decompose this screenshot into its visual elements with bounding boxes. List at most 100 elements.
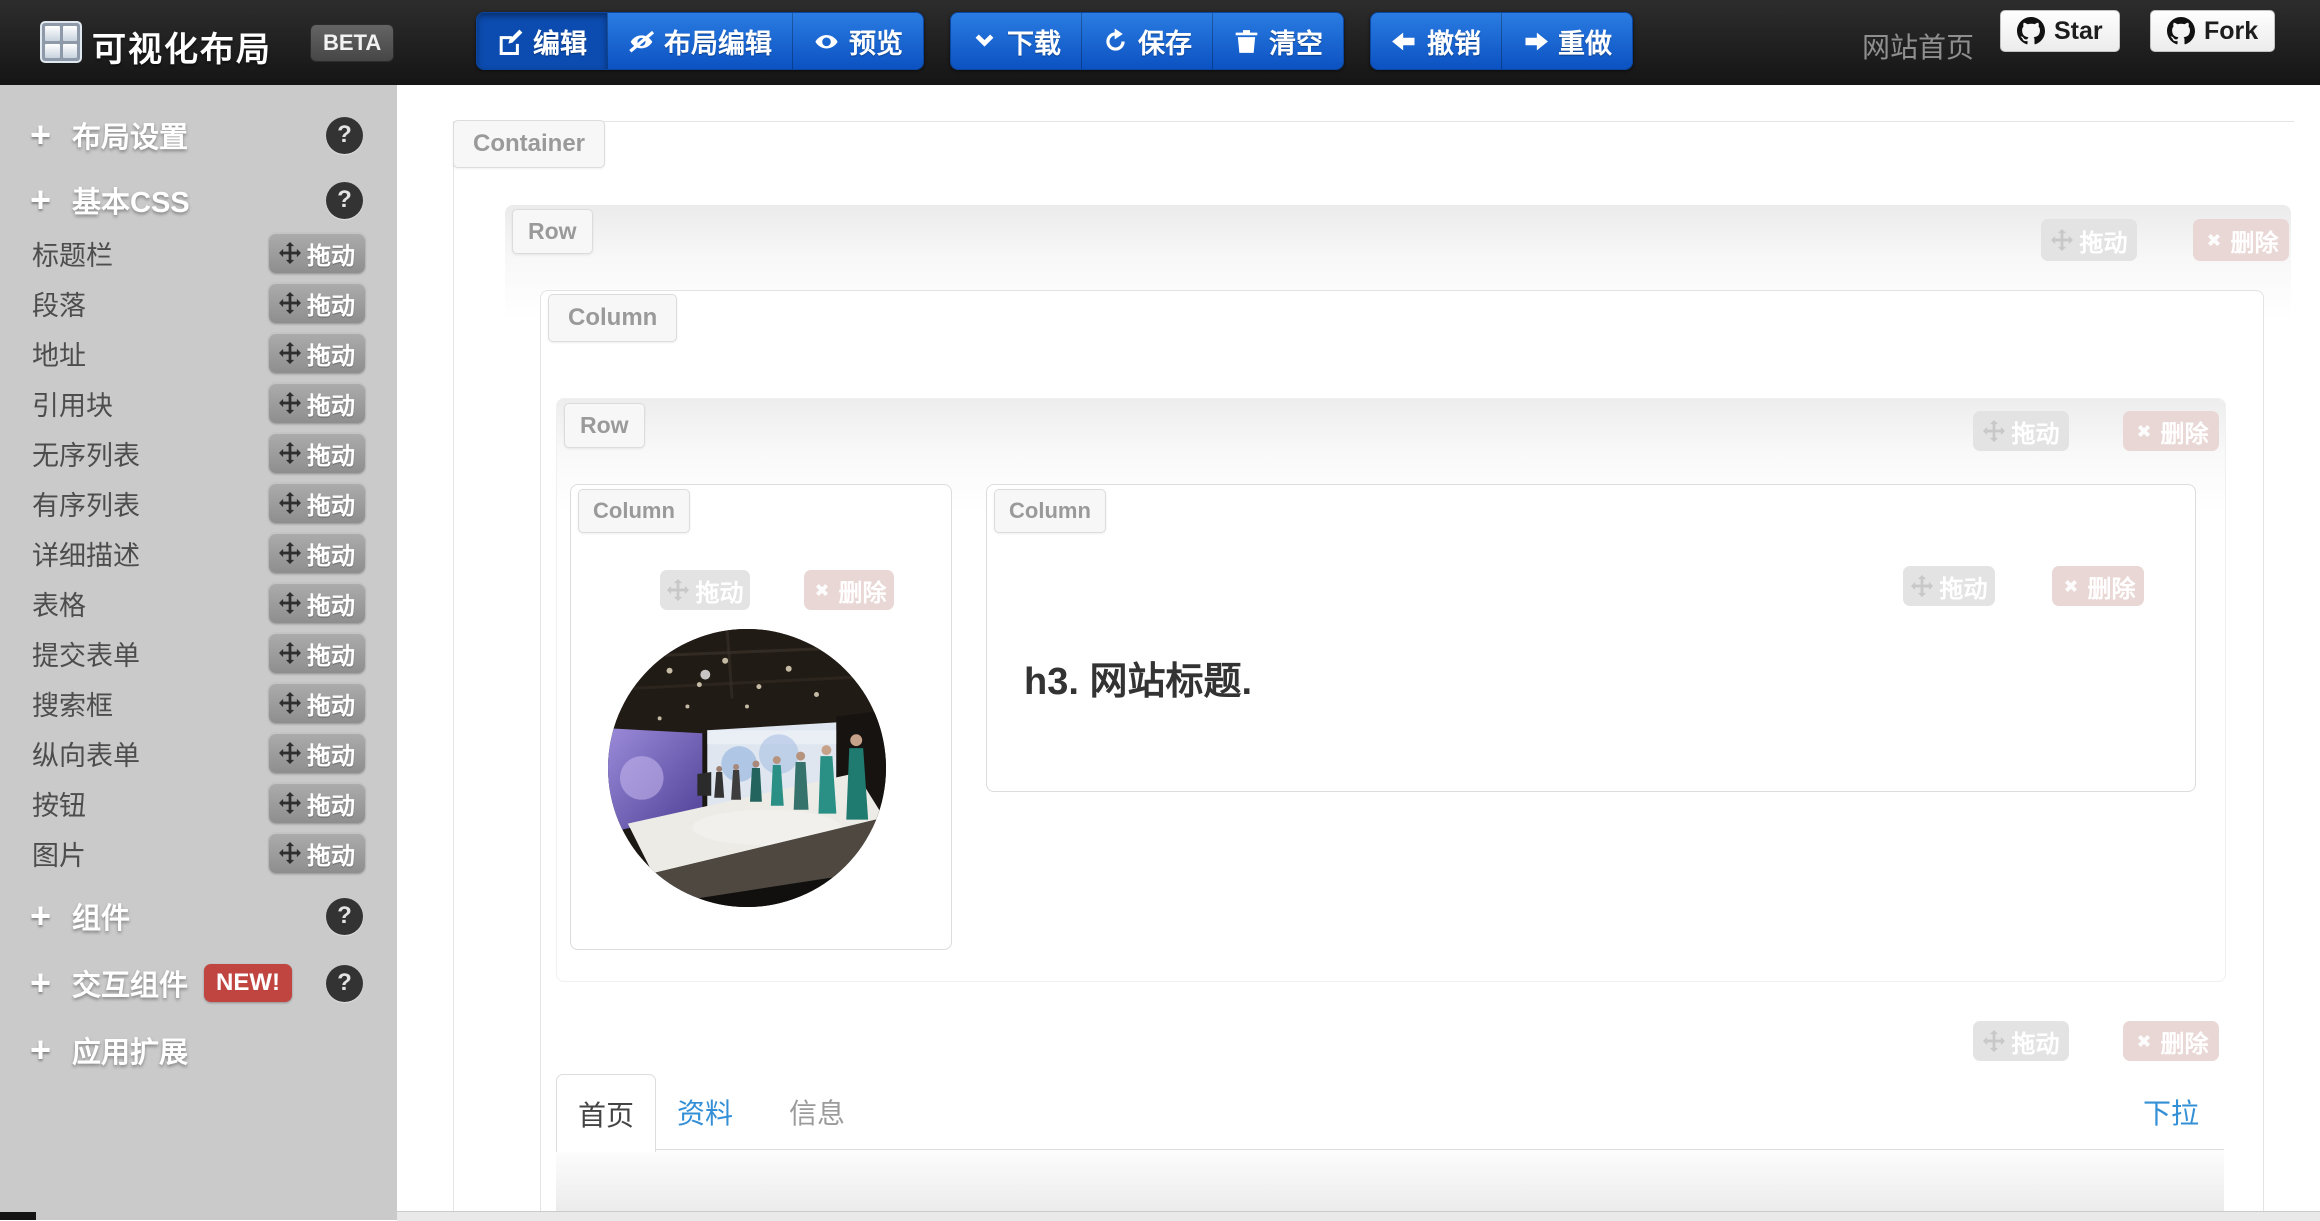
image-drag-button[interactable]: 拖动 <box>660 570 750 610</box>
move-icon <box>1911 575 1933 597</box>
sidebar-item-label: 提交表单 <box>32 634 140 673</box>
sidebar-item-label: 标题栏 <box>32 234 113 273</box>
top-bar: 可视化布局 BETA 编辑布局编辑预览下载保存清空撤销重做 网站首页 Star … <box>0 0 2320 85</box>
sidebar-item: 引用块 拖动 <box>0 378 397 428</box>
drag-handle-label: 拖动 <box>307 686 355 721</box>
help-icon[interactable]: ? <box>326 898 363 935</box>
move-icon <box>279 842 301 864</box>
home-link[interactable]: 网站首页 <box>1862 26 1974 66</box>
drag-handle-button[interactable]: 拖动 <box>269 633 365 673</box>
help-icon[interactable]: ? <box>326 965 363 1002</box>
drag-button-label: 拖动 <box>2012 1024 2060 1059</box>
sidebar-item: 表格拖动 <box>0 578 397 628</box>
column-block-heading <box>986 484 2196 792</box>
sidebar-item: 段落拖动 <box>0 278 397 328</box>
github-icon <box>2017 17 2045 45</box>
sidebar-item-label: 无序列表 <box>32 434 140 473</box>
toolbar-button-undo[interactable]: 撤销 <box>1371 13 1501 69</box>
row-inner-drag-button[interactable]: 拖动 <box>1973 411 2069 451</box>
help-icon[interactable]: ? <box>326 182 363 219</box>
sidebar-item: 提交表单 拖动 <box>0 628 397 678</box>
sidebar-section-label: 交互组件 <box>72 962 188 1004</box>
chevron-down-icon <box>971 28 998 55</box>
github-fork-button[interactable]: Fork <box>2150 10 2275 52</box>
drag-handle-label: 拖动 <box>307 536 355 571</box>
toolbar-button-label: 下载 <box>1007 22 1061 61</box>
drag-handle-button[interactable]: 拖动 <box>269 533 365 573</box>
drag-handle-label: 拖动 <box>307 336 355 371</box>
drag-handle-button[interactable]: 拖动 <box>269 683 365 723</box>
help-icon[interactable]: ? <box>326 117 363 154</box>
heading-delete-button[interactable]: 删除 <box>2052 566 2144 606</box>
drag-handle-button[interactable]: 拖动 <box>269 333 365 373</box>
sidebar-section-layout-settings[interactable]: +布局设置? <box>0 104 397 166</box>
toolbar-group-2: 撤销重做 <box>1370 12 1633 70</box>
toolbar-button-layout-edit[interactable]: 布局编辑 <box>607 13 792 69</box>
toolbar-button-redo[interactable]: 重做 <box>1501 13 1632 69</box>
row-outer-drag-button[interactable]: 拖动 <box>2041 219 2137 261</box>
tab-info[interactable]: 信息 <box>762 1074 872 1150</box>
drag-handle-button[interactable]: 拖动 <box>269 233 365 273</box>
container-label-tab: Container <box>453 120 605 168</box>
plus-icon: + <box>30 182 66 218</box>
sidebar-item-label: 详细描述 <box>32 534 140 573</box>
sidebar-section-components[interactable]: +组件? <box>0 885 397 947</box>
toolbar-button-save[interactable]: 保存 <box>1081 13 1212 69</box>
row-outer-delete-button[interactable]: 删除 <box>2193 219 2289 261</box>
app-title: 可视化布局 <box>92 22 272 71</box>
drag-handle-button[interactable]: 拖动 <box>269 433 365 473</box>
tab-profile[interactable]: 资料 <box>650 1074 760 1150</box>
drag-handle-button[interactable]: 拖动 <box>269 783 365 823</box>
eye-slash-icon <box>628 28 655 55</box>
fashion-show-circle-image <box>608 629 886 907</box>
drag-handle-button[interactable]: 拖动 <box>269 833 365 873</box>
github-fork-label: Fork <box>2204 17 2258 46</box>
drag-button-label: 拖动 <box>1940 569 1988 604</box>
pencil-square-icon <box>497 28 524 55</box>
sidebar-item-label: 有序列表 <box>32 484 140 523</box>
sidebar-item-label: 引用块 <box>32 384 113 423</box>
move-icon <box>279 342 301 364</box>
toolbar-button-label: 预览 <box>849 22 903 61</box>
sidebar-section-label: 应用扩展 <box>72 1029 188 1071</box>
sidebar-section-basic-css[interactable]: +基本CSS? <box>0 169 397 231</box>
row-inner-delete-button[interactable]: 删除 <box>2123 411 2219 451</box>
sidebar-item: 按钮拖动 <box>0 778 397 828</box>
h3-heading: h3. 网站标题. <box>1024 650 1252 705</box>
toolbar-button-label: 布局编辑 <box>664 22 772 61</box>
drag-handle-label: 拖动 <box>307 386 355 421</box>
toolbar-button-clear[interactable]: 清空 <box>1212 13 1343 69</box>
move-icon <box>1983 1030 2005 1052</box>
github-icon <box>2167 17 2195 45</box>
sidebar-section-interactive-components[interactable]: +交互组件NEW!? <box>0 952 397 1014</box>
toolbar-button-edit[interactable]: 编辑 <box>477 13 607 69</box>
close-x-icon <box>2134 421 2154 441</box>
tabs-delete-button[interactable]: 删除 <box>2123 1021 2219 1061</box>
beta-badge: BETA <box>310 24 394 62</box>
sidebar-item: 纵向表单拖动 <box>0 728 397 778</box>
move-icon <box>279 442 301 464</box>
plus-icon: + <box>30 1032 66 1068</box>
sidebar-item: 无序列表 拖动 <box>0 428 397 478</box>
tabs-drag-button[interactable]: 拖动 <box>1973 1021 2069 1061</box>
github-star-button[interactable]: Star <box>2000 10 2120 52</box>
delete-button-label: 删除 <box>2231 223 2279 258</box>
tab-home-active[interactable]: 首页 <box>556 1074 656 1152</box>
drag-handle-button[interactable]: 拖动 <box>269 583 365 623</box>
heading-drag-button[interactable]: 拖动 <box>1903 566 1995 606</box>
tab-dropdown-link[interactable]: 下拉 <box>2118 1074 2224 1150</box>
sidebar-section-app-extensions[interactable]: +应用扩展 <box>0 1019 397 1081</box>
move-icon <box>279 242 301 264</box>
drag-handle-button[interactable]: 拖动 <box>269 283 365 323</box>
image-delete-button[interactable]: 删除 <box>804 570 894 610</box>
drag-handle-button[interactable]: 拖动 <box>269 483 365 523</box>
plus-icon: + <box>30 117 66 153</box>
toolbar-button-download[interactable]: 下载 <box>951 13 1081 69</box>
drag-handle-button[interactable]: 拖动 <box>269 733 365 773</box>
drag-button-label: 拖动 <box>2080 223 2128 258</box>
move-icon <box>279 742 301 764</box>
drag-handle-label: 拖动 <box>307 736 355 771</box>
drag-handle-button[interactable]: 拖动 <box>269 383 365 423</box>
toolbar-button-preview[interactable]: 预览 <box>792 13 923 69</box>
tab-content-pane <box>556 1150 2224 1220</box>
